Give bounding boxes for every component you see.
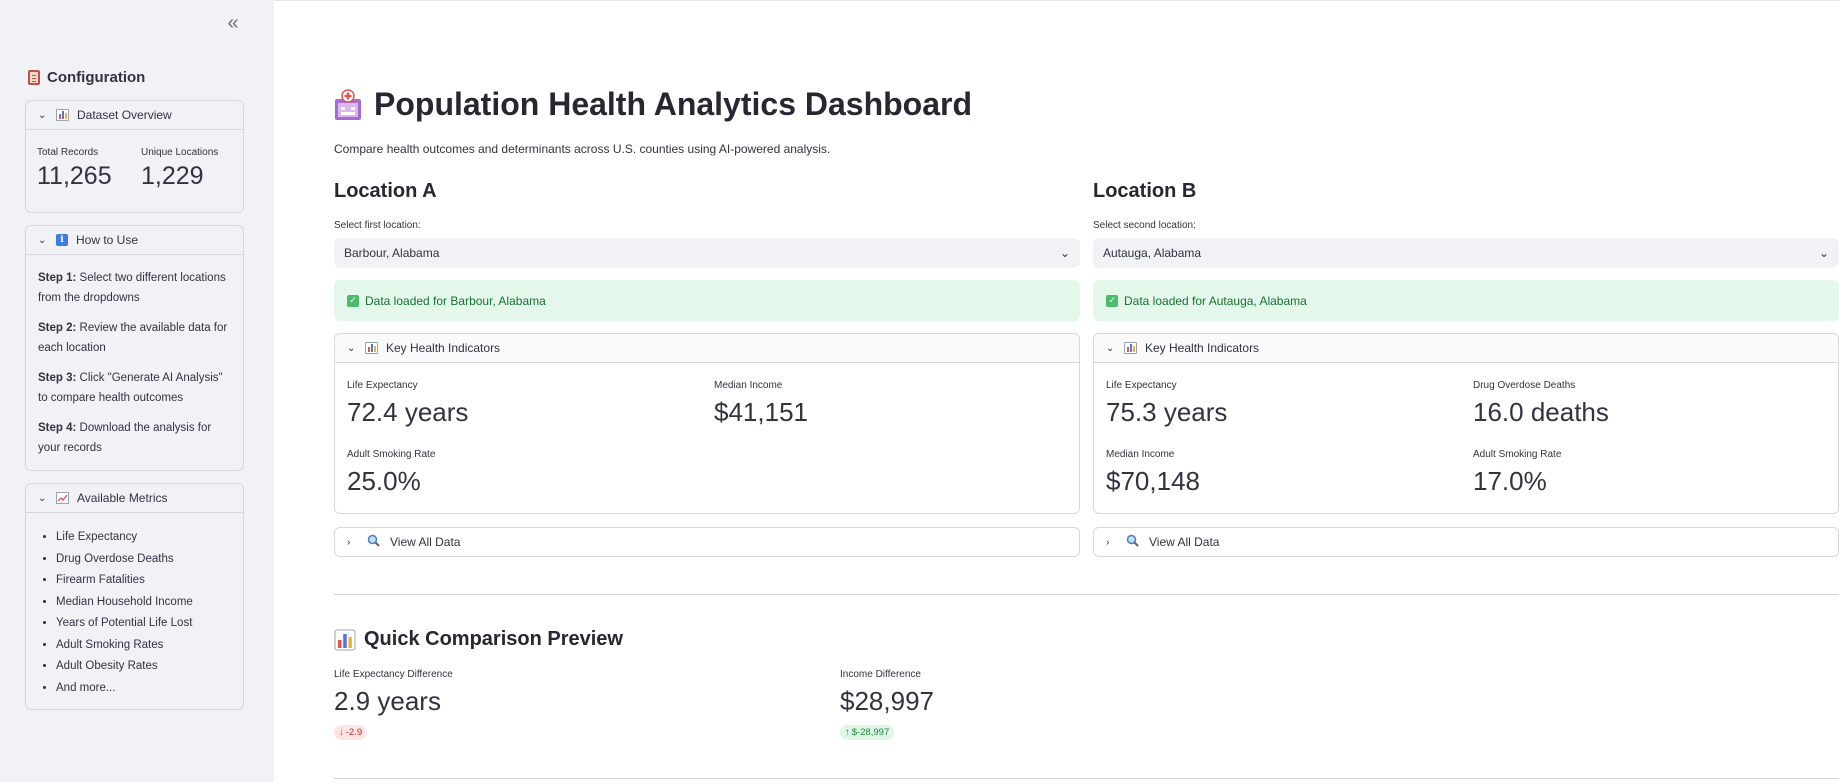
kpi-drug-overdose-deaths: Drug Overdose Deaths 16.0 deaths [1473, 380, 1609, 427]
location-a-kpi-expander: ⌄ Key Health Indicators Life Expectancy … [334, 333, 1080, 514]
bar-chart-icon [365, 342, 378, 354]
info-icon: i [56, 234, 68, 246]
kpi-life-expectancy: Life Expectancy 75.3 years [1106, 380, 1228, 427]
divider [274, 0, 1839, 1]
chevron-right-icon: › [1106, 536, 1110, 548]
kpi-median-income: Median Income $70,148 [1106, 449, 1200, 496]
chevron-down-icon: ⌄ [1059, 246, 1070, 260]
list-item: Years of Potential Life Lost [56, 613, 243, 635]
location-a-column: Location A Select first location: Barbou… [334, 180, 1080, 557]
divider [334, 594, 1839, 595]
how-to-use-header[interactable]: ⌄ i How to Use [26, 226, 243, 255]
step-3: Step 3: Click "Generate AI Analysis" to … [38, 372, 223, 404]
location-b-column: Location B Select second location: Autau… [1093, 180, 1839, 557]
main-content: Population Health Analytics Dashboard Co… [274, 0, 1839, 782]
arrow-up-icon: ↑ [845, 727, 850, 738]
location-b-kpi-header[interactable]: ⌄ Key Health Indicators [1094, 334, 1838, 363]
available-metrics-header[interactable]: ⌄ Available Metrics [26, 484, 243, 513]
step-2: Step 2: Review the available data for ea… [38, 322, 228, 354]
unique-locations-metric: Unique Locations 1,229 [141, 147, 219, 190]
location-b-select[interactable]: Autauga, Alabama ⌄ [1093, 238, 1839, 268]
list-item: And more... [56, 678, 243, 700]
delta-badge: ↓ -2.9 [334, 725, 368, 740]
location-a-kpi-header[interactable]: ⌄ Key Health Indicators [335, 334, 1079, 363]
kpi-adult-smoking-rate: Adult Smoking Rate 25.0% [347, 449, 436, 496]
how-to-steps: Step 1: Select two different locations f… [26, 255, 243, 458]
chevron-right-icon: › [347, 536, 351, 548]
divider [334, 778, 1839, 779]
metrics-list: Life Expectancy Drug Overdose Deaths Fir… [26, 513, 243, 699]
location-a-select[interactable]: Barbour, Alabama ⌄ [334, 238, 1080, 268]
dataset-overview-header[interactable]: ⌄ Dataset Overview [26, 101, 243, 130]
clipboard-icon [28, 70, 40, 85]
available-metrics-expander: ⌄ Available Metrics Life Expectancy Drug… [25, 483, 244, 710]
chevron-down-icon: ⌄ [38, 234, 47, 246]
bar-chart-icon [56, 109, 69, 121]
sidebar: « Configuration ⌄ Dataset Overview Total… [0, 0, 274, 782]
arrow-down-icon: ↓ [339, 727, 344, 738]
dataset-overview-expander: ⌄ Dataset Overview Total Records 11,265 … [25, 100, 244, 213]
chevron-down-icon: ⌄ [1818, 246, 1829, 260]
magnifier-icon [1126, 534, 1139, 550]
step-1: Step 1: Select two different locations f… [38, 272, 226, 304]
sidebar-title: Configuration [28, 69, 145, 86]
bar-chart-icon [1124, 342, 1137, 354]
location-b-success-alert: ✓ Data loaded for Autauga, Alabama [1093, 280, 1839, 321]
kpi-life-expectancy: Life Expectancy 72.4 years [347, 380, 469, 427]
page-title: Population Health Analytics Dashboard [334, 86, 972, 123]
how-to-use-expander: ⌄ i How to Use Step 1: Select two differ… [25, 225, 244, 471]
delta-badge: ↑ $-28,997 [840, 725, 895, 740]
trend-chart-icon [56, 492, 69, 504]
chevron-down-icon: ⌄ [1106, 342, 1115, 354]
chevron-down-icon: ⌄ [38, 109, 47, 121]
step-4: Step 4: Download the analysis for your r… [38, 422, 212, 454]
double-chevron-left-icon[interactable]: « [222, 12, 244, 34]
magnifier-icon [367, 534, 380, 550]
hospital-icon [334, 88, 362, 121]
list-item: Median Household Income [56, 592, 243, 614]
location-b-select-label: Select second location: [1093, 220, 1196, 231]
kpi-median-income: Median Income $41,151 [714, 380, 808, 427]
list-item: Firearm Fatalities [56, 570, 243, 592]
location-b-heading: Location B [1093, 180, 1197, 202]
income-difference-metric: Income Difference $28,997 ↑ $-28,997 [840, 669, 934, 740]
list-item: Adult Smoking Rates [56, 635, 243, 657]
list-item: Drug Overdose Deaths [56, 549, 243, 571]
location-b-kpi-expander: ⌄ Key Health Indicators Life Expectancy … [1093, 333, 1839, 514]
location-a-view-all-expander[interactable]: › View All Data [334, 527, 1080, 557]
kpi-adult-smoking-rate: Adult Smoking Rate 17.0% [1473, 449, 1562, 496]
life-expectancy-difference-metric: Life Expectancy Difference 2.9 years ↓ -… [334, 669, 453, 740]
page-subtitle: Compare health outcomes and determinants… [334, 142, 831, 156]
location-a-heading: Location A [334, 180, 437, 202]
list-item: Adult Obesity Rates [56, 656, 243, 678]
location-b-view-all-expander[interactable]: › View All Data [1093, 527, 1839, 557]
total-records-metric: Total Records 11,265 [37, 147, 112, 190]
location-a-kpi-grid: Life Expectancy 72.4 years Median Income… [347, 380, 1067, 500]
chevron-down-icon: ⌄ [38, 492, 47, 504]
comparison-title: Quick Comparison Preview [334, 628, 623, 651]
location-a-select-label: Select first location: [334, 220, 421, 231]
location-a-success-alert: ✓ Data loaded for Barbour, Alabama [334, 280, 1080, 321]
check-icon: ✓ [347, 294, 359, 307]
chevron-down-icon: ⌄ [347, 342, 356, 354]
location-b-kpi-grid: Life Expectancy 75.3 years Drug Overdose… [1106, 380, 1826, 500]
list-item: Life Expectancy [56, 527, 243, 549]
check-icon: ✓ [1106, 294, 1118, 307]
bar-chart-icon [334, 629, 356, 651]
app: « Configuration ⌄ Dataset Overview Total… [0, 0, 1839, 782]
